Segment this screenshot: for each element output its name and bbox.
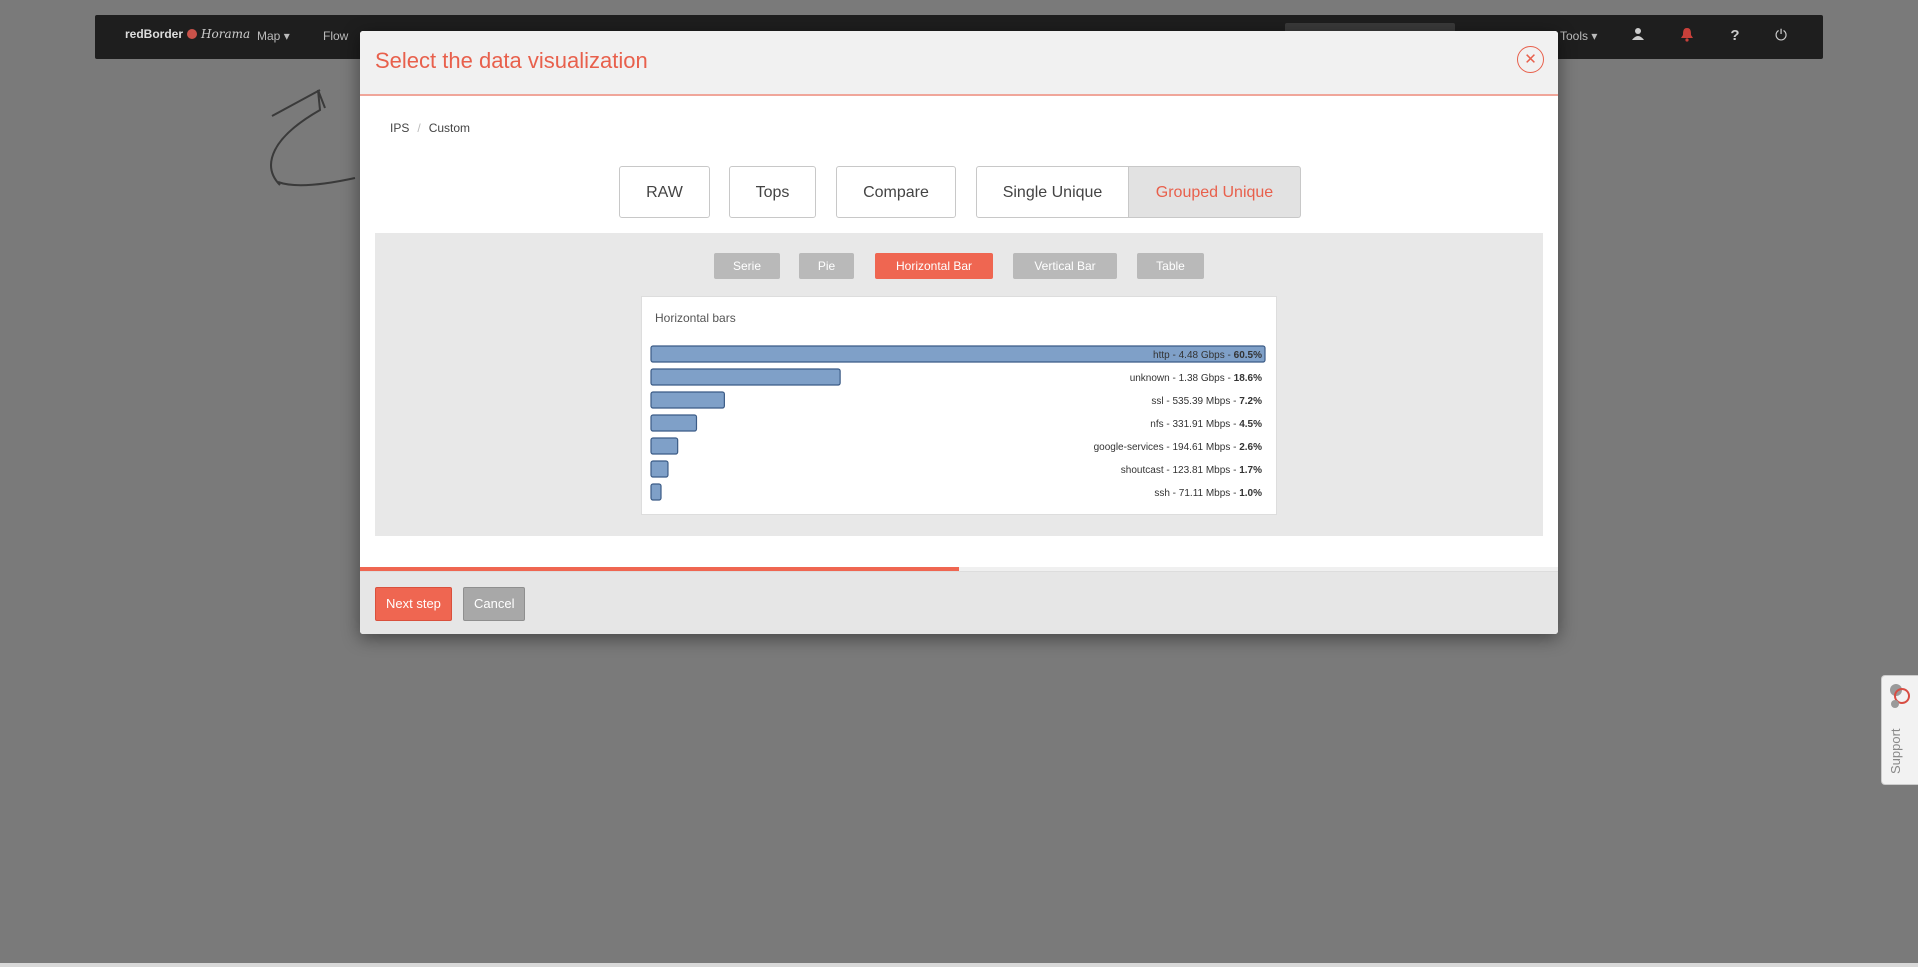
viz-tab-table[interactable]: Table <box>1137 253 1204 279</box>
close-icon[interactable]: ✕ <box>1517 46 1544 73</box>
type-button-grouped-unique[interactable]: Grouped Unique <box>1129 166 1301 218</box>
visualization-panel: Serie Pie Horizontal Bar Vertical Bar Ta… <box>375 233 1543 536</box>
query-type-selector: RAW Tops Compare Single Unique Grouped U… <box>360 166 1558 218</box>
breadcrumb-item-ips[interactable]: IPS <box>390 121 409 135</box>
bell-icon[interactable] <box>1677 27 1697 46</box>
nav-item-flow[interactable]: Flow <box>323 29 348 43</box>
next-step-button[interactable]: Next step <box>375 587 452 621</box>
bar-label-http: http - 4.48 Gbps - 60.5% <box>1153 350 1262 361</box>
modal-title: Select the data visualization <box>375 48 648 73</box>
brand-logo[interactable]: redBorder Horama <box>125 27 250 41</box>
breadcrumb-item-custom[interactable]: Custom <box>429 121 470 135</box>
chart-preview: Horizontal bars http - 4.48 Gbps - 60.5%… <box>641 296 1277 515</box>
support-tab[interactable]: Support <box>1881 675 1918 785</box>
bar-google-services[interactable] <box>650 437 679 455</box>
nav-item-tools-label: Tools <box>1560 29 1589 43</box>
logo-text: redBorder <box>125 27 184 41</box>
unique-button-group: Single Unique Grouped Unique <box>976 166 1301 218</box>
type-button-tops[interactable]: Tops <box>729 166 816 218</box>
breadcrumb: IPS / Custom <box>390 121 470 135</box>
user-icon[interactable] <box>1628 27 1648 45</box>
support-logo-icon <box>1890 684 1910 708</box>
nav-item-tools[interactable]: Tools ▾ <box>1560 29 1597 43</box>
bottom-strip <box>0 963 1918 967</box>
logo-mark-icon <box>187 29 198 39</box>
nav-item-flow-label: Flow <box>323 29 349 43</box>
sketch-arrow-drawing <box>270 89 356 187</box>
horizontal-bar-chart: http - 4.48 Gbps - 60.5% unknown - 1.38 G… <box>650 345 1266 501</box>
viz-tab-vertical-bar[interactable]: Vertical Bar <box>1013 253 1117 279</box>
viz-tab-horizontal-bar[interactable]: Horizontal Bar <box>875 253 993 279</box>
bar-label-ssh: ssh - 71.11 Mbps - 1.0% <box>1154 488 1262 499</box>
type-button-raw[interactable]: RAW <box>619 166 710 218</box>
chevron-down-icon: ▾ <box>1591 29 1598 43</box>
viz-tab-pie[interactable]: Pie <box>799 253 854 279</box>
type-button-compare[interactable]: Compare <box>836 166 956 218</box>
bar-label-google-services: google-services - 194.61 Mbps - 2.6% <box>1094 442 1263 453</box>
bar-label-ssl: ssl - 535.39 Mbps - 7.2% <box>1151 396 1262 407</box>
nav-item-map[interactable]: Map ▾ <box>257 29 290 43</box>
viz-tab-serie[interactable]: Serie <box>714 253 780 279</box>
visualization-modal: Select the data visualization ✕ IPS / Cust… <box>360 31 1558 634</box>
bar-nfs[interactable] <box>650 414 698 432</box>
bar-label-nfs: nfs - 331.91 Mbps - 4.5% <box>1150 419 1262 430</box>
chevron-down-icon: ▾ <box>283 29 290 43</box>
bar-ssh[interactable] <box>650 483 662 501</box>
breadcrumb-separator: / <box>417 121 421 135</box>
modal-header: Select the data visualization ✕ <box>360 31 1558 96</box>
bar-label-shoutcast: shoutcast - 123.81 Mbps - 1.7% <box>1121 465 1262 476</box>
logo-script-text: Horama <box>201 27 251 41</box>
viz-type-tabs: Serie Pie Horizontal Bar Vertical Bar Ta… <box>375 253 1543 279</box>
nav-item-map-label: Map <box>257 29 281 43</box>
cancel-button[interactable]: Cancel <box>463 587 526 621</box>
support-label: Support <box>1888 728 1903 774</box>
bar-label-unknown: unknown - 1.38 Gbps - 18.6% <box>1130 373 1262 384</box>
bar-unknown[interactable] <box>650 368 841 386</box>
power-icon[interactable]: ⏻ <box>1771 27 1791 44</box>
modal-footer: Next step Cancel <box>360 571 1558 634</box>
bar-shoutcast[interactable] <box>650 460 669 478</box>
help-icon[interactable]: ? <box>1725 27 1745 44</box>
type-button-single-unique[interactable]: Single Unique <box>976 166 1129 218</box>
bar-ssl[interactable] <box>650 391 725 409</box>
